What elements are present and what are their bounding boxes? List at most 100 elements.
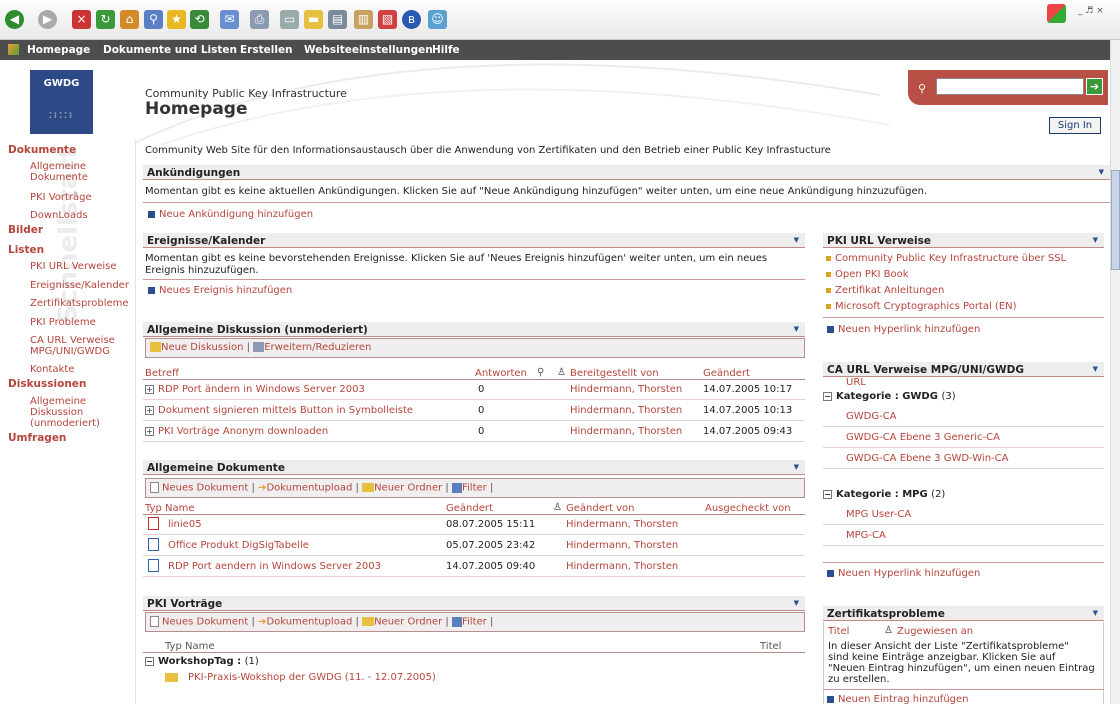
pki-url-link[interactable]: Zertifikat Anleitungen: [826, 285, 944, 296]
add-entry-link[interactable]: Neuen Eintrag hinzufügen: [827, 694, 969, 705]
ql-kontakte[interactable]: Kontakte: [30, 364, 74, 375]
col-changed[interactable]: Geändert: [703, 368, 750, 379]
discussion-row-subject[interactable]: + RDP Port ändern in Windows Server 2003: [145, 384, 365, 395]
collapse-icon[interactable]: −: [823, 489, 832, 499]
col-assigned[interactable]: Zugewiesen an: [897, 626, 973, 637]
ql-allgemeine-diskussion[interactable]: Allgemeine Diskussion (unmoderiert): [30, 396, 100, 429]
search-input[interactable]: [936, 78, 1084, 95]
discussion-row-subject[interactable]: + PKI Vorträge Anonym downloaden: [145, 426, 328, 437]
favorites-icon[interactable]: ★: [167, 10, 186, 29]
collapse-icon[interactable]: −: [823, 391, 832, 401]
webpart-title[interactable]: Allgemeine Diskussion (unmoderiert): [147, 324, 368, 336]
ql-downloads[interactable]: DownLoads: [30, 210, 88, 221]
ql-pki-vortraege[interactable]: PKI Vorträge: [30, 192, 92, 203]
filter-button[interactable]: Filter: [462, 617, 487, 628]
webpart-title[interactable]: Ankündigungen: [147, 167, 240, 179]
back-icon[interactable]: ◀: [5, 10, 24, 29]
search-go-button[interactable]: ➔: [1086, 78, 1103, 95]
document-changed-by[interactable]: Hindermann, Thorsten: [566, 561, 678, 572]
document-changed-by[interactable]: Hindermann, Thorsten: [566, 519, 678, 530]
ca-link[interactable]: GWDG-CA Ebene 3 GWD-Win-CA: [846, 453, 1008, 464]
collapse-icon[interactable]: −: [145, 656, 154, 666]
dropdown-arrow-icon[interactable]: ▼: [1093, 365, 1098, 373]
bluetooth-icon[interactable]: ʙ: [402, 10, 421, 29]
pki-url-link[interactable]: Open PKI Book: [826, 269, 909, 280]
ql-pki-probleme[interactable]: PKI Probleme: [30, 317, 96, 328]
messenger-icon[interactable]: ☺: [428, 10, 447, 29]
add-event-link[interactable]: Neues Ereignis hinzufügen: [148, 285, 292, 296]
col-type-name[interactable]: Typ Name: [145, 503, 195, 514]
pdf-icon[interactable]: ▧: [378, 10, 397, 29]
ql-diskussionen[interactable]: Diskussionen: [8, 378, 86, 390]
expand-icon[interactable]: +: [145, 384, 154, 394]
webpart-title[interactable]: Zertifikatsprobleme: [827, 608, 945, 620]
webpart-title[interactable]: PKI Vorträge: [147, 598, 222, 610]
ca-link[interactable]: MPG User-CA: [846, 509, 911, 520]
ql-allgemeine-dokumente[interactable]: Allgemeine Dokumente: [30, 161, 88, 183]
ql-umfragen[interactable]: Umfragen: [8, 432, 66, 444]
document-name[interactable]: linie05: [168, 519, 202, 530]
stop-icon[interactable]: ×: [72, 10, 91, 29]
row-posted-by[interactable]: Hindermann, Thorsten: [570, 405, 682, 416]
group-workshoptag[interactable]: − WorkshopTag : (1): [145, 656, 259, 667]
scrollbar-thumb[interactable]: [1111, 170, 1120, 270]
col-changed[interactable]: Geändert: [446, 503, 493, 514]
window-controls[interactable]: _ ♬ ×: [1078, 6, 1104, 16]
dropdown-arrow-icon[interactable]: ▼: [794, 236, 799, 244]
site-logo[interactable]: GWDG ⁚⁝⁚⁚⁝: [30, 70, 93, 134]
ca-link[interactable]: GWDG-CA: [846, 411, 897, 422]
webpart-title[interactable]: Ereignisse/Kalender: [147, 235, 265, 247]
upload-button[interactable]: Dokumentupload: [266, 617, 352, 628]
ql-listen[interactable]: Listen: [8, 244, 44, 256]
ql-ca-url[interactable]: CA URL Verweise MPG/UNI/GWDG: [30, 335, 115, 357]
ql-pki-url[interactable]: PKI URL Verweise: [30, 261, 117, 272]
dropdown-arrow-icon[interactable]: ▼: [794, 325, 799, 333]
expand-icon[interactable]: +: [145, 426, 154, 436]
sign-in-button[interactable]: Sign In: [1049, 117, 1101, 134]
col-title[interactable]: Titel: [760, 641, 781, 652]
expand-collapse-button[interactable]: Erweitern/Reduzieren: [264, 342, 371, 353]
dropdown-arrow-icon[interactable]: ▼: [1093, 236, 1098, 244]
search-icon[interactable]: ⚲: [144, 10, 163, 29]
webpart-title[interactable]: Allgemeine Dokumente: [147, 462, 285, 474]
document-name[interactable]: Office Produkt DigSigTabelle: [168, 540, 309, 551]
ca-link[interactable]: GWDG-CA Ebene 3 Generic-CA: [846, 432, 1000, 443]
webpart-title[interactable]: CA URL Verweise MPG/UNI/GWDG: [827, 364, 1024, 376]
ql-bilder[interactable]: Bilder: [8, 224, 43, 236]
dropdown-arrow-icon[interactable]: ▼: [794, 463, 799, 471]
group-mpg[interactable]: − Kategorie : MPG (2): [823, 489, 945, 500]
filter-button[interactable]: Filter: [462, 483, 487, 494]
expand-icon[interactable]: +: [145, 405, 154, 415]
col-posted-by[interactable]: Bereitgestellt von: [570, 368, 659, 379]
col-subject[interactable]: Betreff: [145, 368, 179, 379]
nav-homepage[interactable]: Homepage: [27, 44, 90, 56]
new-folder-button[interactable]: Neuer Ordner: [374, 617, 442, 628]
dropdown-arrow-icon[interactable]: ▼: [794, 599, 799, 607]
add-hyperlink-link[interactable]: Neuen Hyperlink hinzufügen: [827, 568, 980, 579]
col-checked-out[interactable]: Ausgecheckt von: [705, 503, 791, 514]
forward-icon[interactable]: ▶: [38, 10, 57, 29]
pki-folder-item[interactable]: PKI-Praxis-Wokshop der GWDG (11. - 12.07…: [165, 672, 436, 683]
discuss-icon[interactable]: ▤: [328, 10, 347, 29]
row-posted-by[interactable]: Hindermann, Thorsten: [570, 384, 682, 395]
history-icon[interactable]: ⟲: [190, 10, 209, 29]
col-changed-by[interactable]: Geändert von: [566, 503, 634, 514]
ql-zertifikatsprobleme[interactable]: Zertifikatsprobleme: [30, 298, 129, 309]
row-posted-by[interactable]: Hindermann, Thorsten: [570, 426, 682, 437]
scrollbar[interactable]: [1110, 40, 1120, 704]
col-url[interactable]: URL: [846, 377, 866, 388]
print-icon[interactable]: ⎙: [250, 10, 269, 29]
add-announcement-link[interactable]: Neue Ankündigung hinzufügen: [148, 209, 313, 220]
col-type-name[interactable]: Typ Name: [165, 641, 215, 652]
home-icon[interactable]: ⌂: [120, 10, 139, 29]
new-discussion-button[interactable]: Neue Diskussion: [161, 342, 243, 353]
mail-icon[interactable]: ✉: [220, 10, 239, 29]
new-folder-button[interactable]: Neuer Ordner: [374, 483, 442, 494]
ca-link[interactable]: MPG-CA: [846, 530, 886, 541]
discussion-row-subject[interactable]: + Dokument signieren mittels Button in Sy…: [145, 405, 413, 416]
col-title[interactable]: Titel: [828, 626, 849, 637]
new-document-button[interactable]: Neues Dokument: [162, 617, 248, 628]
refresh-icon[interactable]: ↻: [96, 10, 115, 29]
group-gwdg[interactable]: − Kategorie : GWDG (3): [823, 391, 956, 402]
add-hyperlink-link[interactable]: Neuen Hyperlink hinzufügen: [827, 324, 980, 335]
